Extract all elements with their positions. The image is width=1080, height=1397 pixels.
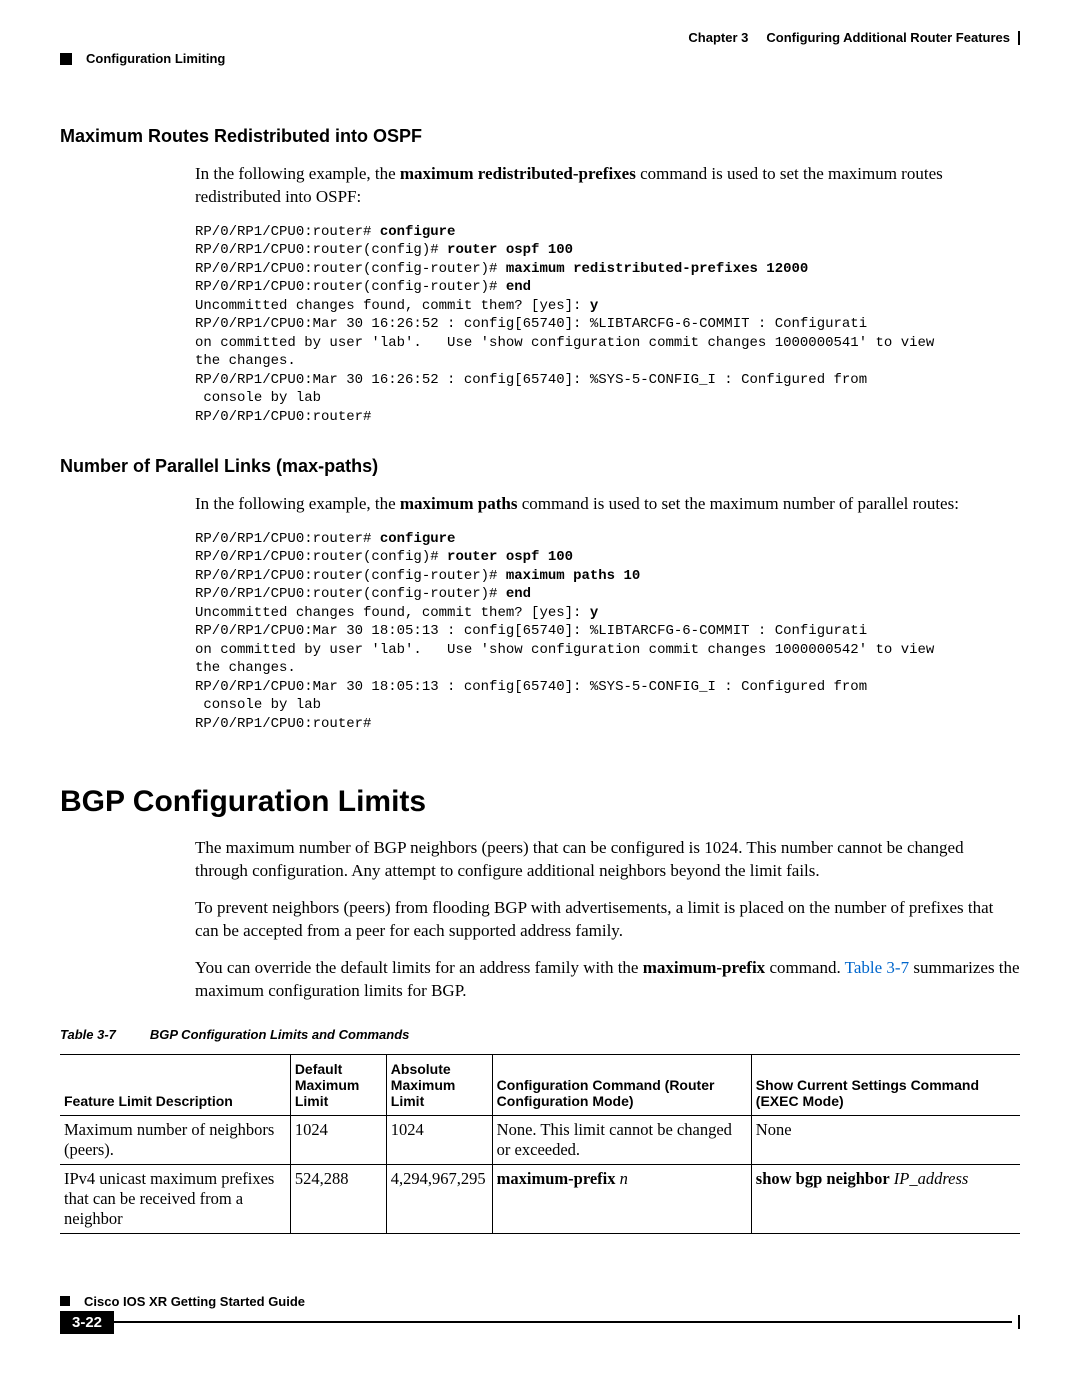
cmd-max-redist: maximum redistributed-prefixes — [400, 164, 636, 183]
th-desc: Feature Limit Description — [60, 1054, 290, 1115]
table-caption: Table 3-7BGP Configuration Limits and Co… — [60, 1027, 1020, 1042]
table-row: Maximum number of neighbors (peers). 102… — [60, 1115, 1020, 1164]
page-footer: Cisco IOS XR Getting Started Guide 3-22 — [60, 1294, 1020, 1334]
ospf-intro: In the following example, the maximum re… — [195, 163, 1020, 209]
th-config: Configuration Command (Router Configurat… — [492, 1054, 751, 1115]
page-number: 3-22 — [60, 1311, 114, 1334]
bgp-p3: You can override the default limits for … — [195, 957, 1020, 1003]
cmd-max-prefix: maximum-prefix — [643, 958, 765, 977]
chapter-label: Chapter 3 — [688, 30, 748, 45]
bgp-p2: To prevent neighbors (peers) from floodi… — [195, 897, 1020, 943]
maxpaths-intro: In the following example, the maximum pa… — [195, 493, 1020, 516]
maxpaths-code-block: RP/0/RP1/CPU0:router# configureRP/0/RP1/… — [195, 530, 1020, 733]
cmd-show-bgp-neighbor: show bgp neighbor — [756, 1169, 890, 1188]
th-absolute: Absolute Maximum Limit — [386, 1054, 492, 1115]
page-header: Chapter 3 Configuring Additional Router … — [60, 30, 1020, 45]
table-header-row: Feature Limit Description Default Maximu… — [60, 1054, 1020, 1115]
heading-bgp: BGP Configuration Limits — [60, 785, 1020, 819]
heading-maxpaths: Number of Parallel Links (max-paths) — [60, 456, 1020, 477]
header-rule — [1018, 31, 1020, 45]
th-default: Default Maximum Limit — [290, 1054, 386, 1115]
section-name: Configuration Limiting — [86, 51, 225, 66]
bgp-p1: The maximum number of BGP neighbors (pee… — [195, 837, 1020, 883]
table-ref-link[interactable]: Table 3-7 — [845, 958, 909, 977]
guide-title: Cisco IOS XR Getting Started Guide — [84, 1294, 305, 1309]
ospf-code-block: RP/0/RP1/CPU0:router# configureRP/0/RP1/… — [195, 223, 1020, 426]
cmd-max-paths: maximum paths — [400, 494, 518, 513]
bgp-limits-table: Feature Limit Description Default Maximu… — [60, 1054, 1020, 1234]
section-marker-icon — [60, 53, 72, 65]
cmd-max-prefix-cell: maximum-prefix — [497, 1169, 616, 1188]
th-show: Show Current Settings Command (EXEC Mode… — [751, 1054, 1020, 1115]
footer-end-rule — [1018, 1315, 1020, 1329]
footer-marker-icon — [60, 1296, 70, 1306]
table-row: IPv4 unicast maximum prefixes that can b… — [60, 1164, 1020, 1233]
section-bar: Configuration Limiting — [60, 51, 1020, 66]
footer-rule — [114, 1321, 1012, 1323]
heading-ospf-redist: Maximum Routes Redistributed into OSPF — [60, 126, 1020, 147]
chapter-title: Configuring Additional Router Features — [766, 30, 1010, 45]
